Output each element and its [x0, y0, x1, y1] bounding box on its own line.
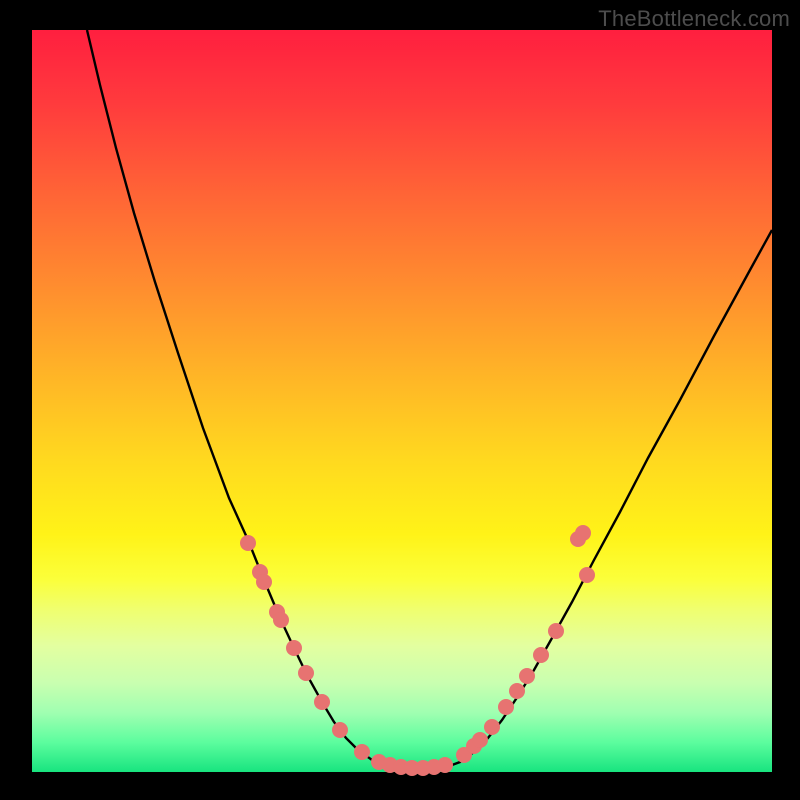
scatter-right-cluster — [456, 525, 595, 763]
data-point — [240, 535, 256, 551]
bottleneck-curve-right — [405, 230, 772, 770]
data-point — [332, 722, 348, 738]
curve-layer — [32, 30, 772, 772]
data-point — [437, 757, 453, 773]
data-point — [472, 732, 488, 748]
chart-frame: TheBottleneck.com — [0, 0, 800, 800]
data-point — [509, 683, 525, 699]
data-point — [273, 612, 289, 628]
plot-area — [32, 30, 772, 772]
bottleneck-curve-left — [87, 30, 405, 770]
data-point — [519, 668, 535, 684]
data-point — [286, 640, 302, 656]
data-point — [298, 665, 314, 681]
data-point — [548, 623, 564, 639]
data-point — [484, 719, 500, 735]
watermark-text: TheBottleneck.com — [598, 6, 790, 32]
data-point — [575, 525, 591, 541]
data-point — [579, 567, 595, 583]
data-point — [256, 574, 272, 590]
data-point — [533, 647, 549, 663]
data-point — [314, 694, 330, 710]
data-point — [354, 744, 370, 760]
data-point — [498, 699, 514, 715]
